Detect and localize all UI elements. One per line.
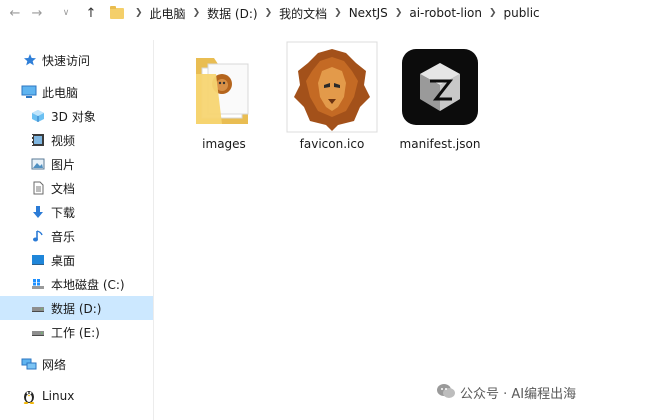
sidebar-item-documents[interactable]: 文档: [0, 176, 153, 200]
back-arrow-icon[interactable]: ←: [6, 2, 24, 24]
chevron-right-icon[interactable]: ❯: [489, 8, 497, 18]
breadcrumb-public[interactable]: public: [504, 6, 540, 20]
wechat-icon: [436, 382, 456, 403]
file-name: images: [202, 137, 246, 151]
desktop-icon: [30, 252, 46, 268]
sidebar-label: 图片: [51, 157, 76, 172]
recent-locations-chevron-icon[interactable]: ∨: [52, 2, 80, 24]
star-icon: [22, 52, 38, 68]
linux-penguin-icon: [21, 388, 37, 404]
forward-arrow-icon[interactable]: →: [28, 2, 46, 24]
document-icon: [30, 180, 46, 196]
sidebar-item-3d-objects[interactable]: 3D 对象: [0, 104, 153, 128]
chevron-right-icon[interactable]: ❯: [193, 8, 201, 18]
breadcrumb-nextjs[interactable]: NextJS: [349, 6, 388, 20]
sidebar-label: 文档: [51, 181, 76, 196]
sidebar-item-downloads[interactable]: 下载: [0, 200, 153, 224]
sidebar-label: 网络: [42, 357, 67, 372]
pictures-icon: [30, 156, 46, 172]
chevron-right-icon[interactable]: ❯: [265, 8, 273, 18]
folder-icon: [110, 5, 124, 19]
up-arrow-icon[interactable]: ↑: [80, 2, 102, 24]
sidebar-item-desktop[interactable]: 桌面: [0, 248, 153, 272]
breadcrumb-drive-d[interactable]: 数据 (D:): [207, 5, 257, 22]
sidebar-label: 音乐: [51, 229, 76, 244]
video-icon: [30, 132, 46, 148]
sidebar-label: 数据 (D:): [51, 301, 102, 316]
file-list-view: images favicon.ico manifest.json: [154, 27, 650, 420]
breadcrumb-my-documents[interactable]: 我的文档: [279, 5, 327, 22]
address-toolbar: ← → ∨ ↑ ❯ 此电脑 ❯ 数据 (D:) ❯ 我的文档 ❯ NextJS …: [0, 0, 650, 27]
file-item-manifest[interactable]: manifest.json: [394, 27, 486, 151]
sidebar-item-pictures[interactable]: 图片: [0, 152, 153, 176]
sidebar-item-quick-access[interactable]: 快速访问: [0, 48, 153, 72]
drive-icon: [30, 324, 46, 340]
sidebar-label: 下载: [51, 205, 76, 220]
sidebar-label: 快速访问: [42, 53, 91, 68]
sidebar-item-drive-d[interactable]: 数据 (D:): [0, 296, 153, 320]
sidebar-item-this-pc[interactable]: 此电脑: [0, 80, 153, 104]
sidebar-label: 桌面: [51, 253, 76, 268]
lion-head-icon: [286, 41, 378, 133]
music-note-icon: [30, 228, 46, 244]
sidebar-item-music[interactable]: 音乐: [0, 224, 153, 248]
drive-icon: [30, 300, 46, 316]
chevron-right-icon[interactable]: ❯: [395, 8, 403, 18]
file-name: favicon.ico: [299, 137, 365, 151]
windows-drive-icon: [30, 276, 46, 292]
file-name: manifest.json: [399, 137, 481, 151]
sidebar-label: 此电脑: [42, 85, 79, 100]
json-cube-icon: [394, 41, 486, 133]
computer-icon: [21, 84, 37, 100]
sidebar-label: Linux: [42, 389, 75, 403]
breadcrumb-this-pc[interactable]: 此电脑: [150, 5, 186, 22]
watermark-text: 公众号 · AI编程出海: [460, 386, 577, 402]
sidebar-item-drive-e[interactable]: 工作 (E:): [0, 320, 153, 344]
chevron-right-icon[interactable]: ❯: [135, 8, 143, 18]
sidebar-item-linux[interactable]: Linux: [0, 384, 153, 408]
sidebar-item-network[interactable]: 网络: [0, 352, 153, 376]
download-arrow-icon: [30, 204, 46, 220]
network-icon: [21, 356, 37, 372]
sidebar-item-drive-c[interactable]: 本地磁盘 (C:): [0, 272, 153, 296]
sidebar-label: 3D 对象: [51, 109, 96, 124]
sidebar-label: 工作 (E:): [51, 325, 100, 340]
file-item-images-folder[interactable]: images: [178, 27, 270, 151]
wechat-watermark: 公众号 · AI编程出海: [436, 381, 646, 403]
navigation-pane: 快速访问 此电脑 3D 对象 视频 图片 文档 下载 音乐 桌面 本地磁盘 (C…: [0, 40, 154, 420]
sidebar-label: 本地磁盘 (C:): [51, 277, 125, 292]
breadcrumb-ai-robot-lion[interactable]: ai-robot-lion: [409, 6, 482, 20]
folder-icon: [178, 41, 270, 133]
file-item-favicon[interactable]: favicon.ico: [286, 27, 378, 151]
address-bar[interactable]: ❯ 此电脑 ❯ 数据 (D:) ❯ 我的文档 ❯ NextJS ❯ ai-rob…: [104, 2, 650, 24]
sidebar-label: 视频: [51, 133, 76, 148]
chevron-right-icon[interactable]: ❯: [334, 8, 342, 18]
cube-3d-icon: [30, 108, 46, 124]
sidebar-item-videos[interactable]: 视频: [0, 128, 153, 152]
